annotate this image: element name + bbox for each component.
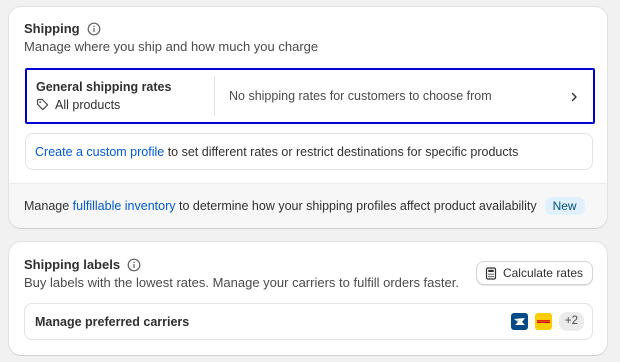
footer-suffix: to determine how your shipping profiles … bbox=[175, 199, 537, 213]
labels-title: Shipping labels bbox=[24, 257, 121, 272]
general-rates-products: All products bbox=[36, 96, 214, 114]
fulfillable-inventory-footer: Manage fulfillable inventory to determin… bbox=[9, 183, 607, 228]
manage-carriers-row[interactable]: Manage preferred carriers +2 bbox=[24, 303, 593, 340]
calculator-icon bbox=[485, 266, 497, 280]
shipping-labels-card: Shipping labels Buy labels with the lowe… bbox=[9, 242, 607, 355]
shipping-subtitle: Manage where you ship and how much you c… bbox=[24, 39, 319, 54]
create-custom-profile-link[interactable]: Create a custom profile bbox=[35, 145, 164, 159]
custom-profile-text: to set different rates or restrict desti… bbox=[164, 144, 519, 159]
calculate-rates-button[interactable]: Calculate rates bbox=[475, 261, 593, 285]
dhl-logo-icon bbox=[534, 313, 552, 330]
info-icon[interactable] bbox=[87, 22, 101, 36]
footer-prefix: Manage bbox=[24, 199, 73, 213]
tag-icon bbox=[36, 98, 49, 111]
new-badge: New bbox=[544, 197, 585, 215]
manage-carriers-label: Manage preferred carriers bbox=[35, 314, 190, 329]
fulfillable-inventory-link[interactable]: fulfillable inventory bbox=[73, 199, 176, 213]
custom-profile-box: Create a custom profile to set different… bbox=[25, 133, 593, 170]
calculate-rates-label: Calculate rates bbox=[502, 266, 583, 280]
all-products-label: All products bbox=[55, 97, 121, 112]
shipping-title: Shipping bbox=[24, 21, 80, 36]
usps-logo-icon bbox=[510, 313, 528, 330]
shipping-card: Shipping Manage where you ship and how m… bbox=[9, 7, 607, 228]
labels-title-row: Shipping labels bbox=[24, 257, 141, 272]
general-rates-status-area: No shipping rates for customers to choos… bbox=[215, 89, 593, 103]
labels-subtitle: Buy labels with the lowest rates. Manage… bbox=[24, 275, 459, 290]
info-icon[interactable] bbox=[127, 258, 141, 272]
general-rates-summary: General shipping rates All products bbox=[27, 76, 215, 116]
shipping-title-row: Shipping bbox=[24, 21, 101, 36]
more-carriers-badge: +2 bbox=[558, 312, 584, 331]
general-shipping-rates-row[interactable]: General shipping rates All products No s… bbox=[25, 68, 595, 124]
general-rates-heading: General shipping rates bbox=[36, 79, 172, 94]
carrier-logos: +2 bbox=[510, 312, 584, 331]
general-rates-status: No shipping rates for customers to choos… bbox=[229, 89, 492, 103]
chevron-right-icon bbox=[569, 91, 579, 102]
